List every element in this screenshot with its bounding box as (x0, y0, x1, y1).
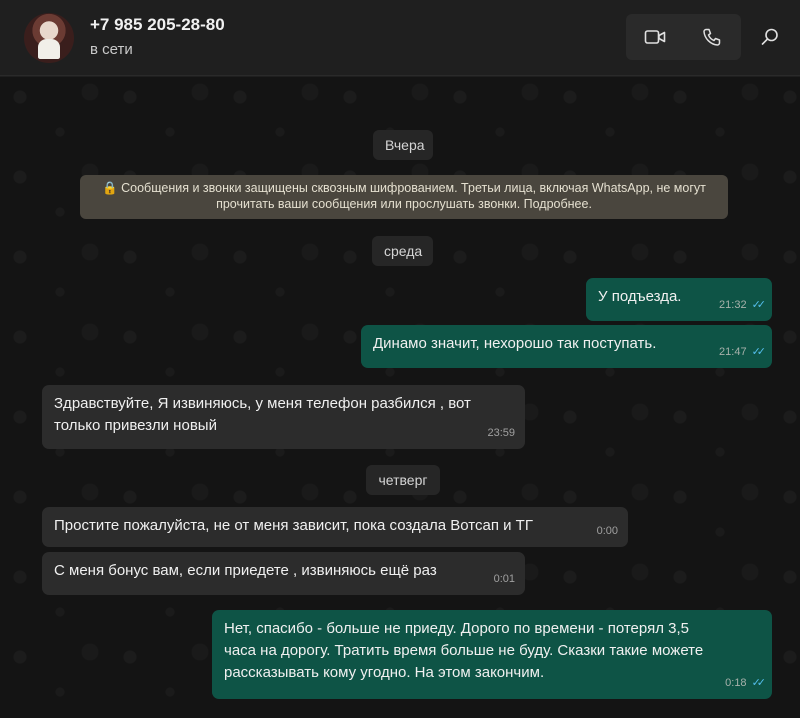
message-text-line-2: часа на дорогу. Тратить время больше не … (224, 642, 704, 659)
message-meta: 23:59 (487, 422, 515, 444)
message-text: У подъезда. (598, 288, 682, 305)
message-bubble-incoming[interactable]: С меня бонус вам, если приедете , извиня… (42, 552, 525, 595)
message-text-line-2: только привезли новый (54, 417, 217, 434)
encryption-notice-line-1: 🔒 Сообщения и звонки защищены сквозным ш… (102, 181, 706, 195)
video-call-icon (644, 30, 665, 44)
message-time: 0:01 (493, 573, 515, 585)
message-time: 0:00 (596, 525, 618, 537)
message-time: 21:47 (719, 346, 747, 358)
voice-call-icon (702, 28, 720, 46)
encryption-notice-line-2: прочитать ваши сообщения или прослушать … (216, 197, 592, 211)
date-separator-wednesday: среда (372, 236, 433, 266)
message-text-line-1: Здравствуйте, Я извиняюсь, у меня телефо… (54, 395, 471, 412)
message-meta: 0:00 (597, 520, 618, 542)
message-text: Динамо значит, нехорошо так поступать. (373, 335, 657, 352)
message-meta: 0:18 ✓✓ (725, 672, 767, 694)
message-bubble-outgoing[interactable]: Динамо значит, нехорошо так поступать. 2… (361, 325, 772, 368)
contact-avatar[interactable] (24, 13, 74, 63)
read-receipt-icon: ✓✓ (751, 299, 767, 311)
message-meta: 21:47 ✓✓ (719, 341, 767, 363)
message-bubble-incoming[interactable]: Простите пожалуйста, не от меня зависит,… (42, 507, 628, 547)
message-time: 21:32 (719, 299, 747, 311)
message-text: Простите пожалуйста, не от меня зависит,… (54, 517, 533, 534)
date-separator-yesterday: Вчера (373, 130, 433, 160)
encryption-notice[interactable]: 🔒 Сообщения и звонки защищены сквозным ш… (80, 175, 728, 219)
voice-call-button[interactable] (683, 14, 740, 60)
video-call-button[interactable] (626, 14, 683, 60)
search-button[interactable] (752, 18, 788, 56)
message-bubble-outgoing[interactable]: У подъезда. 21:32 ✓✓ (586, 278, 772, 321)
contact-name[interactable]: +7 985 205-28-80 (90, 15, 225, 35)
message-meta: 0:01 (494, 568, 515, 590)
message-text-line-3: рассказывать кому угодно. На этом законч… (224, 664, 545, 681)
message-bubble-incoming[interactable]: Здравствуйте, Я извиняюсь, у меня телефо… (42, 385, 525, 449)
message-time: 23:59 (487, 427, 515, 439)
message-text: С меня бонус вам, если приедете , извиня… (54, 562, 437, 579)
message-text-line-1: Нет, спасибо - больше не приеду. Дорого … (224, 620, 689, 637)
search-icon (761, 28, 778, 45)
call-button-group (626, 14, 741, 60)
message-meta: 21:32 ✓✓ (719, 294, 767, 316)
date-separator-thursday: четверг (366, 465, 440, 495)
chat-header: +7 985 205-28-80 в сети (0, 0, 800, 76)
contact-status: в сети (90, 41, 133, 58)
read-receipt-icon: ✓✓ (751, 346, 767, 358)
message-time: 0:18 (725, 677, 747, 689)
message-bubble-outgoing[interactable]: Нет, спасибо - больше не приеду. Дорого … (212, 610, 772, 699)
read-receipt-icon: ✓✓ (751, 677, 767, 689)
